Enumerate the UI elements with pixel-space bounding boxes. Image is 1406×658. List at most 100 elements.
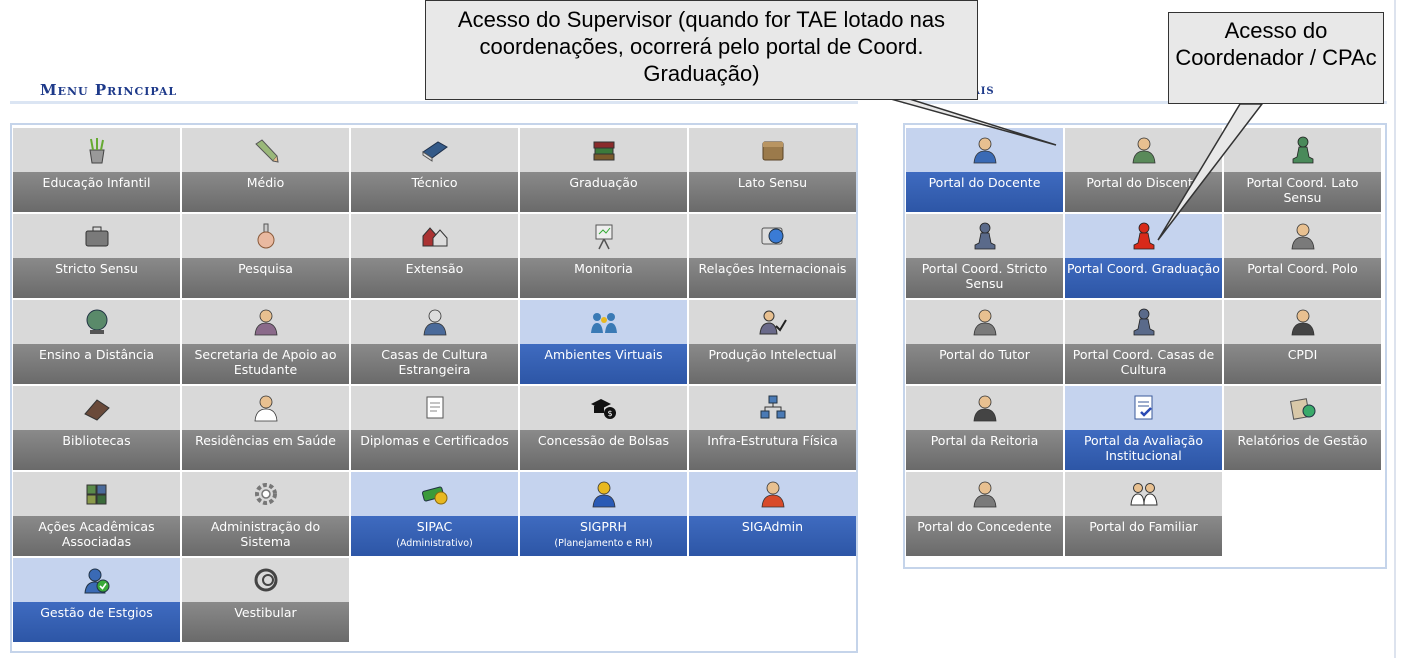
tile-icon-area [906, 214, 1063, 258]
admin-user-icon [758, 480, 788, 508]
tile-portal-coord-lato-sensu[interactable]: Portal Coord. Lato Sensu [1224, 128, 1381, 212]
tile-label-area: Portal do Familiar [1065, 516, 1222, 556]
tile-sublabel: (Planejamento e RH) [554, 538, 653, 549]
tile-sigadmin[interactable]: SIGAdmin [689, 472, 856, 556]
tile-producao-intelectual[interactable]: Produção Intelectual [689, 300, 856, 384]
tile-label: Portal Coord. Lato Sensu [1246, 175, 1359, 205]
tile-label: Infra-Estrutura Física [707, 433, 838, 448]
tile-sigprh[interactable]: SIGPRH (Planejamento e RH) [520, 472, 687, 556]
tile-portal-coord-casas-de-cultura[interactable]: Portal Coord. Casas de Cultura [1065, 300, 1222, 384]
tile-label: Ambientes Virtuais [544, 347, 663, 362]
tile-label-area: Relatórios de Gestão [1224, 430, 1381, 470]
tile-medio[interactable]: Médio [182, 128, 349, 212]
tile-icon-area [182, 558, 349, 602]
tile-label: CPDI [1287, 347, 1318, 362]
tile-bibliotecas[interactable]: Bibliotecas [13, 386, 180, 470]
tile-ambientes-virtuais[interactable]: Ambientes Virtuais [520, 300, 687, 384]
tile-label-area: Infra-Estrutura Física [689, 430, 856, 470]
tile-label-area: Monitoria [520, 258, 687, 298]
tile-label-area: Secretaria de Apoio ao Estudante [182, 344, 349, 384]
tile-label-area: Pesquisa [182, 258, 349, 298]
tile-icon-area [520, 214, 687, 258]
tile-label-area: Portal Coord. Casas de Cultura [1065, 344, 1222, 384]
tile-stricto-sensu[interactable]: Stricto Sensu [13, 214, 180, 298]
tile-label: Stricto Sensu [55, 261, 138, 276]
coordenador-callout: Acesso do Coordenador / CPAc [1168, 12, 1384, 104]
book-icon [420, 136, 450, 164]
tile-icon-area [689, 214, 856, 258]
tile-residencias-em-saude[interactable]: Residências em Saúde [182, 386, 349, 470]
tile-concessao-de-bolsas[interactable]: $ Concessão de Bolsas [520, 386, 687, 470]
tile-icon-area [182, 472, 349, 516]
tile-acoes-academicas-associadas[interactable]: Ações Acadêmicas Associadas [13, 472, 180, 556]
doctor-icon [251, 394, 281, 422]
tile-portal-do-tutor[interactable]: Portal do Tutor [906, 300, 1063, 384]
tile-label-area: Residências em Saúde [182, 430, 349, 470]
tile-label: Ensino a Distância [38, 347, 155, 362]
tile-lato-sensu[interactable]: Lato Sensu [689, 128, 856, 212]
tile-portal-da-reitoria[interactable]: Portal da Reitoria [906, 386, 1063, 470]
tile-portal-coord-stricto-sensu[interactable]: Portal Coord. Stricto Sensu [906, 214, 1063, 298]
page-scroll-edge [1394, 0, 1396, 658]
tile-label: Educação Infantil [42, 175, 151, 190]
menu-principal-title: Menu Principal [40, 81, 178, 99]
tile-label: Bibliotecas [62, 433, 131, 448]
tile-sipac[interactable]: SIPAC (Administrativo) [351, 472, 518, 556]
tile-ensino-a-distancia[interactable]: Ensino a Distância [13, 300, 180, 384]
tile-label-area: Extensão [351, 258, 518, 298]
houses-icon [420, 222, 450, 250]
tile-label: Técnico [411, 175, 458, 190]
tile-label: Portal da Avaliação Institucional [1083, 433, 1204, 463]
tile-icon-area [182, 214, 349, 258]
pawn-green-icon [1288, 136, 1318, 164]
tile-diplomas-e-certificados[interactable]: Diplomas e Certificados [351, 386, 518, 470]
menu-principal-underline [10, 101, 858, 104]
tile-portal-coord-polo[interactable]: Portal Coord. Polo [1224, 214, 1381, 298]
tile-label: SIPAC [416, 519, 453, 534]
tile-casas-de-cultura-estrangeira[interactable]: Casas de Cultura Estrangeira [351, 300, 518, 384]
tile-portal-coord-graduacao[interactable]: Portal Coord. Graduação [1065, 214, 1222, 298]
tile-monitoria[interactable]: Monitoria [520, 214, 687, 298]
tile-portal-do-concedente[interactable]: Portal do Concedente [906, 472, 1063, 556]
tile-portal-do-docente[interactable]: Portal do Docente [906, 128, 1063, 212]
tile-label: Gestão de Estgios [40, 605, 153, 620]
tile-icon-area [520, 472, 687, 516]
tile-label: Pesquisa [238, 261, 293, 276]
person-icon [589, 480, 619, 508]
tile-icon-area [520, 300, 687, 344]
tile-graduacao[interactable]: Graduação [520, 128, 687, 212]
tile-secretaria-de-apoio-ao-estudante[interactable]: Secretaria de Apoio ao Estudante [182, 300, 349, 384]
pawn-blue-icon [970, 222, 1000, 250]
tile-icon-area [1065, 214, 1222, 258]
tile-relatorios-de-gestao[interactable]: Relatórios de Gestão [1224, 386, 1381, 470]
certificate-icon [420, 394, 450, 422]
tile-icon-area [1065, 128, 1222, 172]
tile-label: Portal Coord. Casas de Cultura [1072, 347, 1215, 377]
spiral-icon [251, 566, 281, 594]
tile-label: Extensão [405, 261, 464, 276]
tile-administracao-do-sistema[interactable]: Administração do Sistema [182, 472, 349, 556]
tile-extensao[interactable]: Extensão [351, 214, 518, 298]
tile-icon-area [906, 472, 1063, 516]
tile-label-area: Graduação [520, 172, 687, 212]
document-check-icon [1129, 394, 1159, 422]
tile-portal-da-avaliacao-institucional[interactable]: Portal da Avaliação Institucional [1065, 386, 1222, 470]
tile-relacoes-internacionais[interactable]: Relações Internacionais [689, 214, 856, 298]
tile-educacao-infantil[interactable]: Educação Infantil [13, 128, 180, 212]
tile-label-area: CPDI [1224, 344, 1381, 384]
tile-label-area: SIGAdmin [689, 516, 856, 556]
tile-gestao-de-estgios[interactable]: Gestão de Estgios [13, 558, 180, 642]
tile-tecnico[interactable]: Técnico [351, 128, 518, 212]
tile-icon-area [13, 558, 180, 602]
tile-label: Casas de Cultura Estrangeira [381, 347, 488, 377]
tile-pesquisa[interactable]: Pesquisa [182, 214, 349, 298]
tile-vestibular[interactable]: Vestibular [182, 558, 349, 642]
tile-portal-do-discente[interactable]: Portal do Discente [1065, 128, 1222, 212]
tile-label-area: SIPAC (Administrativo) [351, 516, 518, 556]
tile-portal-do-familiar[interactable]: Portal do Familiar [1065, 472, 1222, 556]
tile-cpdi[interactable]: CPDI [1224, 300, 1381, 384]
tile-icon-area [182, 300, 349, 344]
tile-label: Portal Coord. Stricto Sensu [921, 261, 1048, 291]
easel-icon [589, 222, 619, 250]
tile-infra-estrutura-fisica[interactable]: Infra-Estrutura Física [689, 386, 856, 470]
